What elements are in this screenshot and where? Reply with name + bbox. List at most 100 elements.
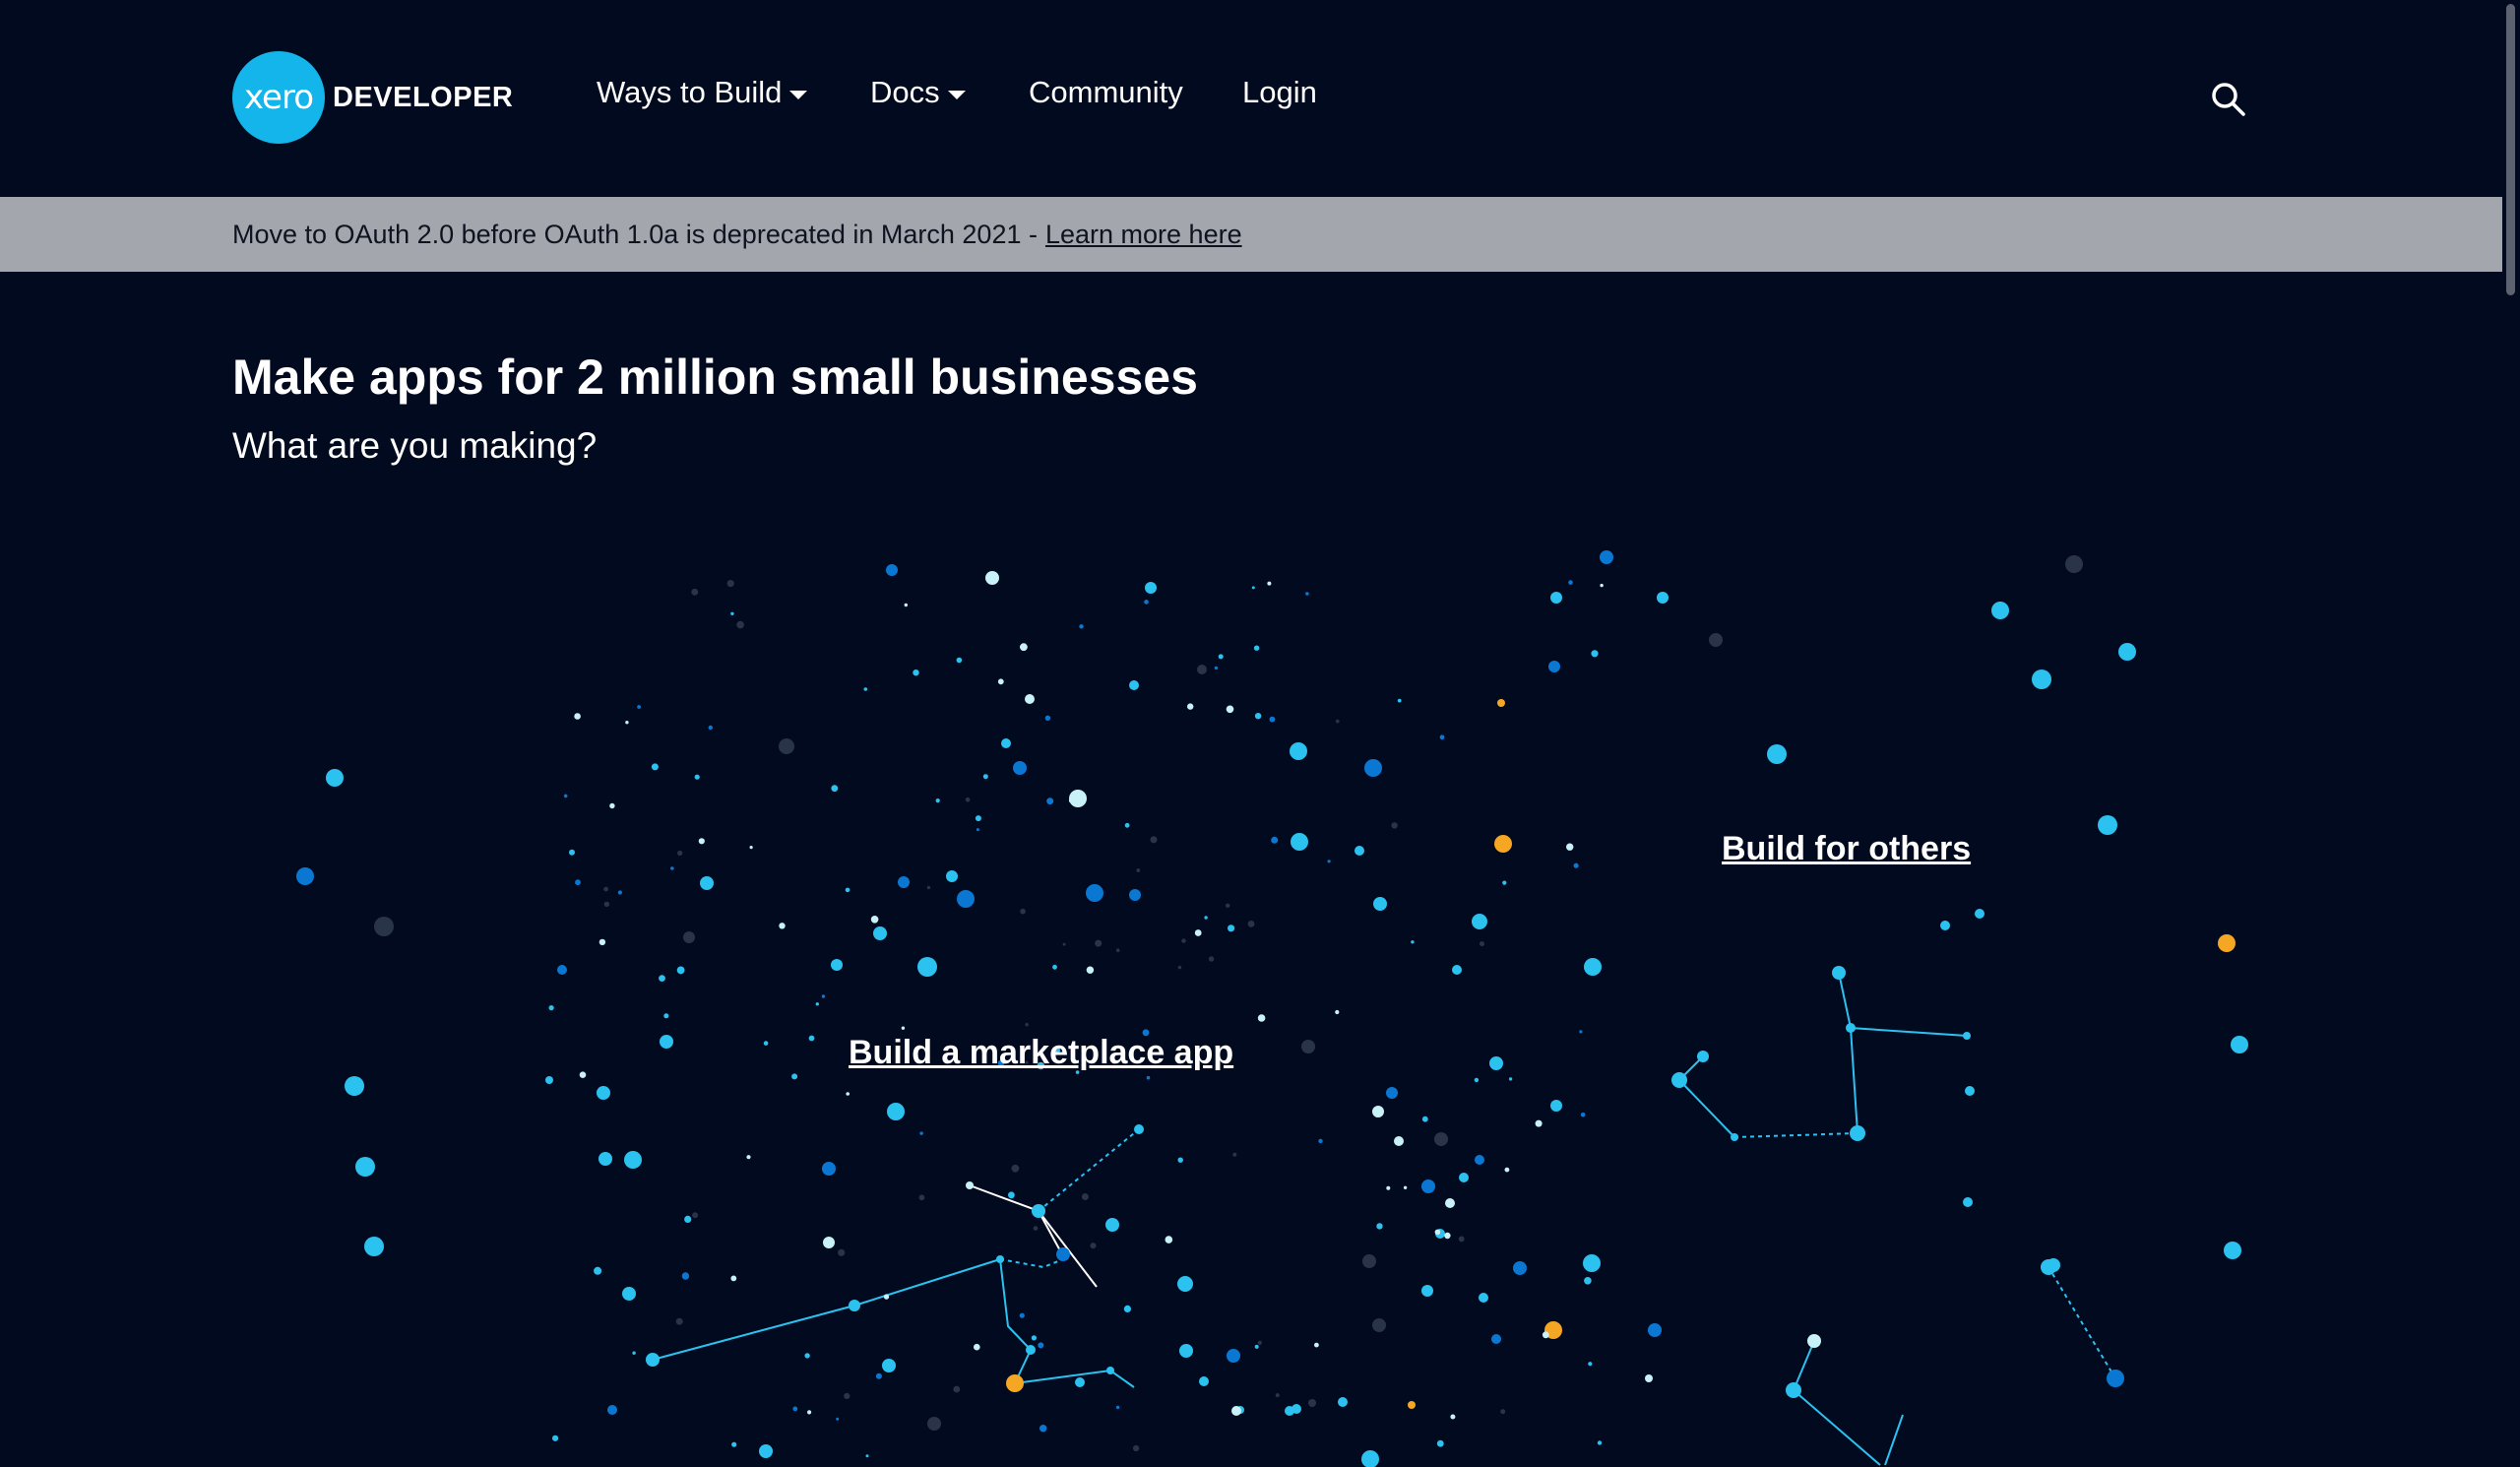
star-dot bbox=[2224, 1242, 2241, 1259]
star-dot bbox=[296, 867, 314, 885]
star-dot bbox=[1232, 1152, 1237, 1157]
star-dot bbox=[1318, 1138, 1323, 1144]
star-dot bbox=[597, 1086, 610, 1100]
star-dot bbox=[1146, 1075, 1151, 1080]
star-dot bbox=[731, 1441, 737, 1447]
star-dot bbox=[326, 769, 344, 787]
star-dot bbox=[1290, 742, 1307, 760]
star-dot bbox=[883, 1294, 890, 1300]
star-dot bbox=[1386, 1185, 1391, 1190]
star-dot bbox=[1361, 1450, 1379, 1467]
build-for-others-link[interactable]: Build for others bbox=[1722, 830, 1971, 868]
star-dot bbox=[1421, 1116, 1428, 1122]
star-dot bbox=[2118, 643, 2136, 661]
scrollbar[interactable] bbox=[2502, 0, 2520, 1467]
star-dot bbox=[1421, 1180, 1435, 1193]
constellation-stars bbox=[296, 550, 2248, 1467]
star-dot bbox=[1336, 719, 1340, 724]
star-dot bbox=[1568, 580, 1573, 585]
star-dot bbox=[836, 1417, 840, 1421]
star-dot bbox=[575, 879, 581, 886]
star-dot bbox=[1376, 1223, 1383, 1230]
star-dot bbox=[1105, 1218, 1119, 1232]
star-dot bbox=[594, 1266, 602, 1275]
star-dot bbox=[1513, 1261, 1527, 1275]
star-dot bbox=[1020, 643, 1028, 652]
star-dot bbox=[873, 926, 887, 940]
star-dot bbox=[1508, 1077, 1513, 1081]
star-dot bbox=[965, 797, 971, 802]
star-dot bbox=[1075, 1377, 1085, 1387]
star-dot bbox=[624, 1151, 642, 1169]
star-dot bbox=[1123, 1305, 1131, 1312]
star-dot bbox=[985, 571, 999, 585]
star-dot bbox=[1129, 889, 1141, 901]
star-dot bbox=[1579, 1030, 1583, 1034]
star-dot bbox=[1497, 699, 1505, 707]
star-dot bbox=[1079, 624, 1084, 629]
star-dot bbox=[663, 1013, 669, 1019]
constellation-node bbox=[1786, 1382, 1801, 1398]
star-dot bbox=[792, 1406, 798, 1412]
star-dot bbox=[632, 1351, 636, 1355]
star-dot bbox=[1327, 860, 1331, 863]
star-dot bbox=[901, 1026, 906, 1030]
star-dot bbox=[838, 1248, 846, 1256]
star-dot bbox=[1411, 940, 1415, 944]
star-dot bbox=[882, 1359, 896, 1372]
star-dot bbox=[1434, 1132, 1448, 1146]
star-dot bbox=[1362, 1254, 1376, 1268]
star-dot bbox=[870, 916, 879, 924]
constellation-node bbox=[849, 1300, 860, 1311]
star-dot bbox=[1086, 884, 1103, 902]
star-dot bbox=[1301, 1040, 1315, 1053]
star-dot bbox=[821, 994, 826, 998]
star-dot bbox=[1187, 703, 1194, 710]
star-dot bbox=[1253, 645, 1260, 651]
constellation-node bbox=[2107, 1370, 2124, 1387]
star-dot bbox=[1504, 1167, 1510, 1173]
star-dot bbox=[1133, 1444, 1140, 1452]
star-dot bbox=[1445, 1198, 1455, 1208]
star-dot bbox=[548, 1005, 554, 1011]
star-dot bbox=[552, 1435, 559, 1441]
star-dot bbox=[956, 657, 963, 664]
star-dot bbox=[1305, 592, 1309, 596]
build-marketplace-app-link[interactable]: Build a marketplace app bbox=[849, 1034, 1233, 1072]
constellation-line bbox=[1838, 972, 1968, 1037]
star-dot bbox=[1086, 966, 1095, 974]
star-dot bbox=[759, 1444, 773, 1458]
star-dot bbox=[844, 1392, 850, 1399]
star-dot bbox=[1550, 1100, 1562, 1112]
star-dot bbox=[1068, 797, 1074, 803]
constellation-line bbox=[1038, 1128, 1140, 1212]
star-dot bbox=[563, 794, 568, 798]
star-dot bbox=[1386, 1087, 1398, 1099]
star-dot bbox=[1013, 761, 1027, 775]
star-dot bbox=[919, 1131, 923, 1135]
star-dot bbox=[865, 1454, 869, 1458]
constellation-node bbox=[646, 1353, 660, 1367]
star-dot bbox=[1338, 1397, 1348, 1407]
scrollbar-thumb[interactable] bbox=[2506, 4, 2515, 295]
star-dot bbox=[557, 965, 567, 975]
star-dot bbox=[804, 1353, 810, 1359]
star-dot bbox=[1008, 1191, 1015, 1199]
constellation-line bbox=[1733, 1132, 1858, 1138]
star-dot bbox=[1489, 1056, 1503, 1070]
star-dot bbox=[1150, 836, 1158, 844]
star-dot bbox=[1062, 942, 1066, 946]
constellation-node bbox=[1671, 1072, 1687, 1088]
star-dot bbox=[651, 763, 659, 771]
constellation-node bbox=[1106, 1367, 1114, 1374]
star-dot bbox=[904, 603, 908, 607]
star-dot bbox=[1450, 1414, 1456, 1420]
star-dot bbox=[1227, 1349, 1240, 1363]
star-dot bbox=[763, 1041, 769, 1046]
star-dot bbox=[1591, 650, 1599, 658]
star-dot bbox=[1502, 880, 1507, 885]
star-dot bbox=[2098, 815, 2117, 835]
star-dot bbox=[926, 885, 931, 890]
star-dot bbox=[1397, 698, 1402, 703]
constellation-node bbox=[966, 1181, 974, 1189]
